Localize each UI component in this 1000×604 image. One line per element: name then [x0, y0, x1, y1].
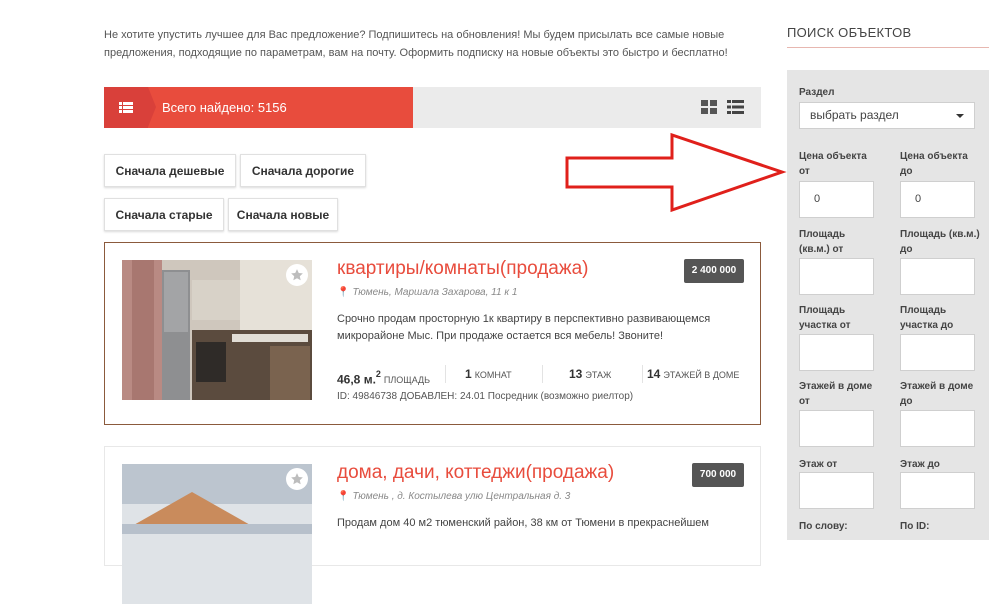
listing-card[interactable]: дома, дачи, коттеджи(продажа) 📍 Тюмень , …	[104, 446, 761, 604]
floors-to-label: Этажей в доме до	[900, 381, 974, 407]
area-to-label: Площадь (кв.м.) до	[900, 229, 980, 255]
lot-area-from-input[interactable]	[799, 334, 874, 371]
map-pin-icon: 📍	[337, 287, 350, 298]
area-to-input[interactable]	[900, 258, 975, 295]
listing-title[interactable]: дома, дачи, коттеджи(продажа)	[337, 462, 614, 484]
stat-floors: 14 этажей в доме	[647, 367, 740, 381]
sidebar-title: ПОИСК ОБЪЕКТОВ	[787, 25, 912, 40]
keyword-label: По слову:	[799, 521, 848, 532]
floors-from-input[interactable]	[799, 410, 874, 447]
floors-from-label: Этажей в доме от	[799, 381, 873, 407]
lot-area-to-label: Площадь участка до	[900, 305, 954, 331]
floors-to-input[interactable]	[900, 410, 975, 447]
price-from-input[interactable]: 0	[799, 181, 874, 218]
area-from-label: Площадь (кв.м.) от	[799, 229, 846, 255]
grid-view-icon[interactable]	[701, 100, 717, 114]
stat-divider	[542, 365, 543, 383]
search-filter-panel: Раздел выбрать раздел Цена объекта от Це…	[787, 70, 989, 540]
star-icon[interactable]	[286, 264, 308, 286]
section-select[interactable]: выбрать раздел	[799, 102, 975, 129]
subscription-notice: Не хотите упустить лучшее для Вас предло…	[104, 29, 728, 59]
stat-floor: 13 этаж	[569, 367, 612, 381]
listing-photo[interactable]	[122, 260, 312, 400]
stat-divider	[642, 365, 643, 383]
results-count: Всего найдено: 5156	[148, 87, 413, 128]
listing-meta: ID: 49846738 ДОБАВЛЕН: 24.01 Посредник (…	[337, 391, 634, 402]
floor-from-input[interactable]	[799, 472, 874, 509]
listing-description: Срочно продам просторную 1к квартиру в п…	[337, 313, 711, 342]
star-icon[interactable]	[286, 468, 308, 490]
stat-rooms: 1 комнат	[465, 367, 512, 381]
lot-area-from-label: Площадь участка от	[799, 305, 851, 331]
arrow-annotation	[565, 132, 787, 213]
lot-area-to-input[interactable]	[900, 334, 975, 371]
listing-description: Продам дом 40 м2 тюменский район, 38 км …	[337, 517, 709, 529]
floor-from-label: Этаж от	[799, 459, 838, 470]
results-bar: Всего найдено: 5156	[104, 87, 761, 128]
listing-address: 📍 Тюмень, Маршала Захарова, 11 к 1	[337, 287, 518, 298]
price-from-label: Цена объекта от	[799, 151, 867, 177]
price-badge: 2 400 000	[684, 259, 744, 283]
listing-photo[interactable]	[122, 464, 312, 604]
list-view-icon[interactable]	[727, 100, 744, 114]
price-to-input[interactable]: 0	[900, 181, 975, 218]
listing-address: 📍 Тюмень , д. Костылева улю Центральная д…	[337, 491, 571, 502]
chevron-down-icon	[956, 114, 964, 118]
map-pin-icon: 📍	[337, 491, 350, 502]
section-label: Раздел	[799, 87, 835, 98]
stat-divider	[445, 365, 446, 383]
price-badge: 700 000	[692, 463, 744, 487]
results-arrow-decor	[148, 87, 156, 127]
stat-area: 46,8 м.2площадь	[337, 369, 431, 387]
listing-card[interactable]: квартиры/комнаты(продажа) 📍 Тюмень, Марша…	[104, 242, 761, 425]
floor-to-label: Этаж до	[900, 459, 940, 470]
sort-new-first-button[interactable]: Сначала новые	[228, 198, 338, 231]
sort-cheap-first-button[interactable]: Сначала дешевые	[104, 154, 236, 187]
list-icon[interactable]	[104, 87, 148, 128]
sort-expensive-first-button[interactable]: Сначала дорогие	[240, 154, 366, 187]
listing-title[interactable]: квартиры/комнаты(продажа)	[337, 258, 588, 280]
price-to-label: Цена объекта до	[900, 151, 968, 177]
listing-stats: 46,8 м.2площадь 1 комнат 13 этаж 14 этажей …	[337, 363, 742, 387]
id-label: По ID:	[900, 521, 930, 532]
area-from-input[interactable]	[799, 258, 874, 295]
sort-old-first-button[interactable]: Сначала старые	[104, 198, 224, 231]
floor-to-input[interactable]	[900, 472, 975, 509]
sidebar-divider	[787, 47, 989, 48]
